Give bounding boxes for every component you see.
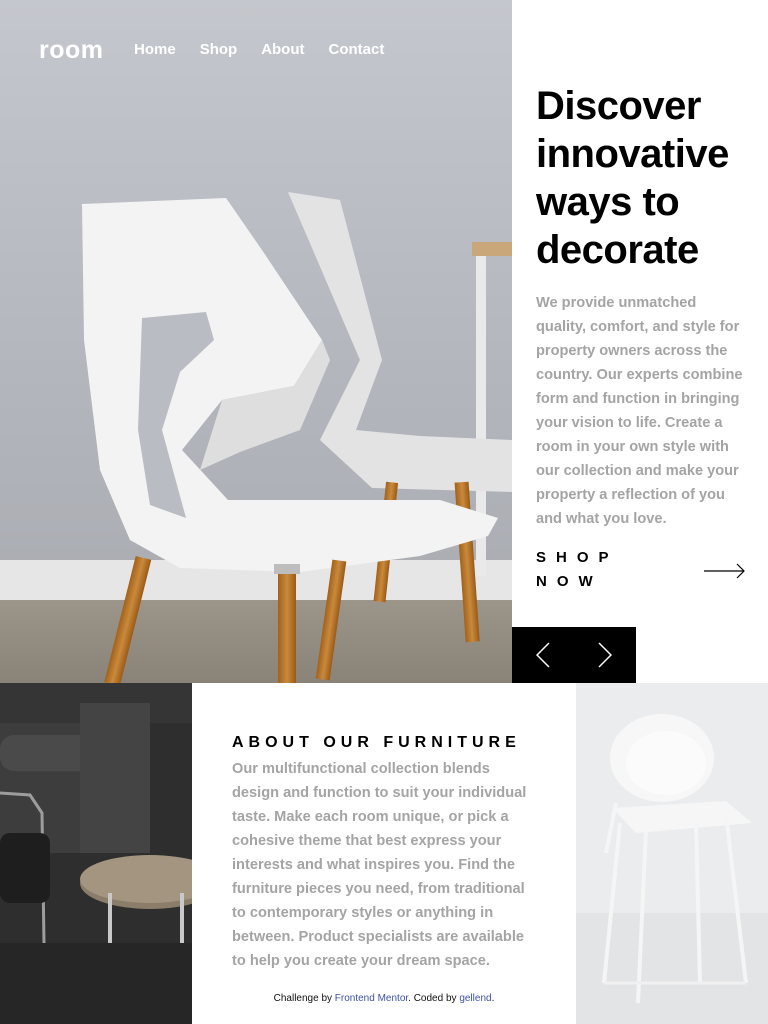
attribution-middle: . Coded by [408, 993, 460, 1004]
white-chair-photo [0, 192, 512, 683]
nav-link-about[interactable]: About [261, 40, 304, 60]
slider-next-button[interactable] [574, 627, 636, 683]
slider-controls [512, 627, 636, 683]
frontend-mentor-link[interactable]: Frontend Mentor [335, 993, 408, 1004]
about-dark-image [0, 683, 192, 1024]
hero-description: We provide unmatched quality, comfort, a… [536, 295, 743, 527]
main-nav: Home Shop About Contact [134, 40, 408, 60]
attribution-prefix: Challenge by [273, 993, 335, 1004]
attribution: Challenge by Frontend Mentor. Coded by g… [192, 991, 576, 1007]
logo[interactable]: room [39, 33, 104, 67]
nav-link-shop[interactable]: Shop [200, 40, 238, 60]
white-chair-photo [576, 683, 768, 1024]
hero-title: Discover innovative ways to decorate [536, 84, 729, 272]
hero-text-panel: Discover innovative ways to decorate We … [512, 0, 768, 683]
about-light-image [576, 683, 768, 1024]
hero-image: room Home Shop About Contact [0, 0, 512, 683]
nav-link-home[interactable]: Home [134, 40, 176, 60]
dark-interior-photo [0, 683, 192, 1024]
shop-now-link[interactable]: SHOP NOW [536, 546, 758, 598]
chevron-left-icon [536, 642, 550, 668]
author-link[interactable]: gellend [459, 993, 491, 1004]
site-header: room Home Shop About Contact [0, 0, 512, 100]
about-title: ABOUT OUR FURNITURE [232, 734, 521, 751]
nav-link-contact[interactable]: Contact [329, 40, 385, 60]
about-section: ABOUT OUR FURNITURE Our multifunctional … [192, 683, 576, 1024]
chevron-right-icon [598, 642, 612, 668]
about-description: Our multifunctional collection blends de… [232, 761, 527, 969]
shop-now-label: SHOP NOW [536, 549, 619, 590]
attribution-suffix: . [491, 993, 495, 1004]
slider-prev-button[interactable] [512, 627, 574, 683]
arrow-right-icon [704, 563, 745, 579]
